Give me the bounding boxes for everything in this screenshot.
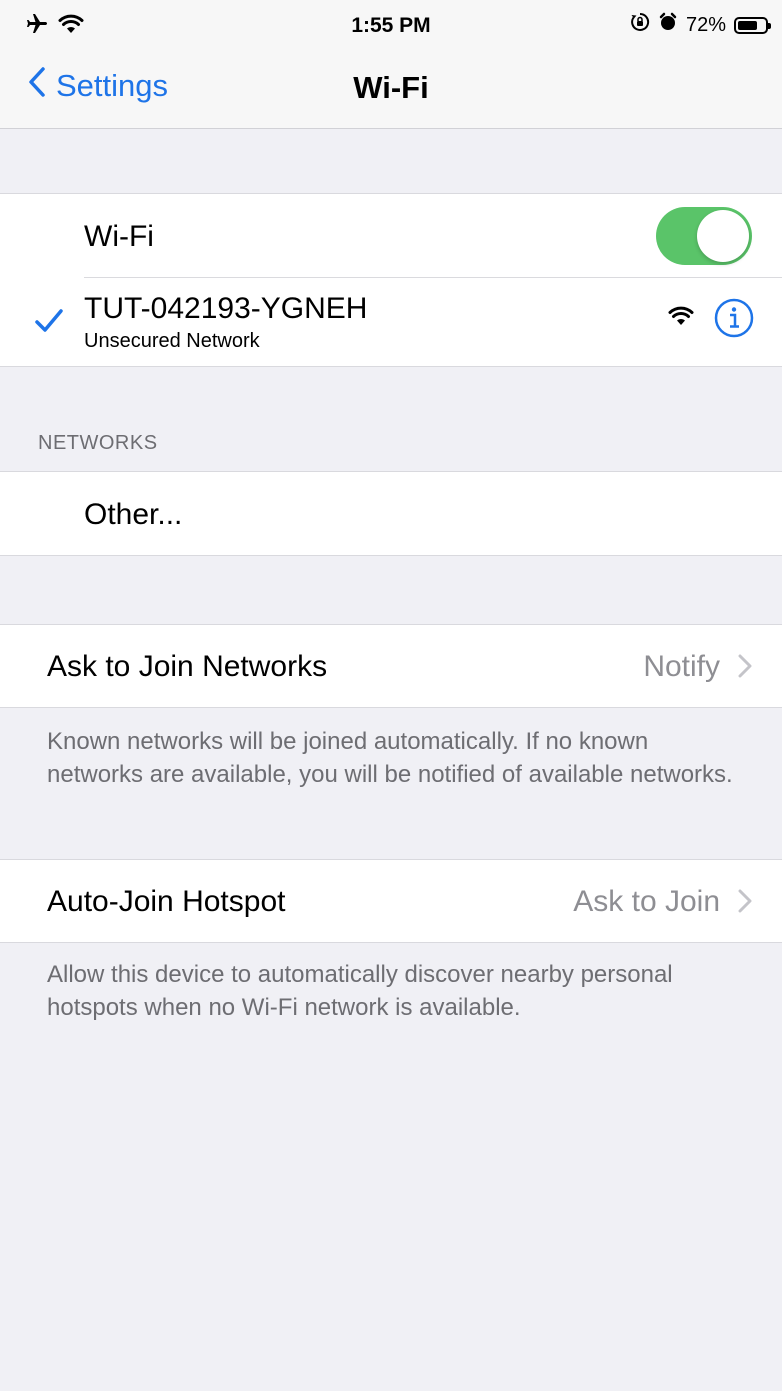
wifi-toggle-label: Wi-Fi (84, 220, 154, 253)
battery-fill (738, 20, 757, 30)
auto-join-value: Ask to Join (573, 885, 720, 918)
battery-icon (734, 16, 771, 34)
chevron-right-icon (738, 654, 752, 683)
connected-network-subtitle: Unsecured Network (84, 330, 260, 352)
auto-join-row[interactable]: Auto-Join Hotspot Ask to Join (0, 860, 782, 942)
info-icon[interactable] (714, 298, 754, 343)
wifi-group: Wi-Fi TUT-042193-YGNEH Unsecured Network (0, 193, 782, 367)
auto-join-footer: Allow this device to automatically disco… (47, 961, 673, 1021)
checkmark-icon (34, 308, 64, 339)
other-network-label: Other... (84, 498, 183, 531)
auto-join-group: Auto-Join Hotspot Ask to Join (0, 859, 782, 943)
page-title: Wi-Fi (353, 70, 429, 105)
networks-group: Other... (0, 471, 782, 556)
connected-network-row[interactable]: TUT-042193-YGNEH Unsecured Network (0, 278, 782, 366)
chevron-right-icon (738, 889, 752, 918)
orientation-lock-icon (630, 12, 650, 38)
wifi-strength-icon (668, 305, 694, 332)
ask-to-join-footer: Known networks will be joined automatica… (47, 728, 733, 788)
ask-to-join-label: Ask to Join Networks (47, 650, 328, 683)
ask-to-join-group: Ask to Join Networks Notify (0, 624, 782, 708)
battery-nub (768, 22, 771, 29)
connected-network-name: TUT-042193-YGNEH (84, 292, 368, 325)
alarm-icon (658, 12, 678, 38)
ask-to-join-row[interactable]: Ask to Join Networks Notify (0, 625, 782, 707)
navigation-bar: Settings Wi-Fi (0, 50, 782, 129)
status-right: 72% (630, 12, 771, 38)
ask-to-join-value: Notify (643, 650, 720, 683)
toggle-knob (697, 210, 749, 262)
other-network-row[interactable]: Other... (0, 472, 782, 555)
wifi-toggle[interactable] (656, 207, 752, 265)
status-bar: 1:55 PM 72% (0, 0, 782, 50)
auto-join-label: Auto-Join Hotspot (47, 885, 286, 918)
battery-percentage: 72% (685, 13, 726, 36)
wifi-toggle-row: Wi-Fi (0, 194, 782, 278)
networks-section-header: NETWORKS (38, 432, 158, 454)
